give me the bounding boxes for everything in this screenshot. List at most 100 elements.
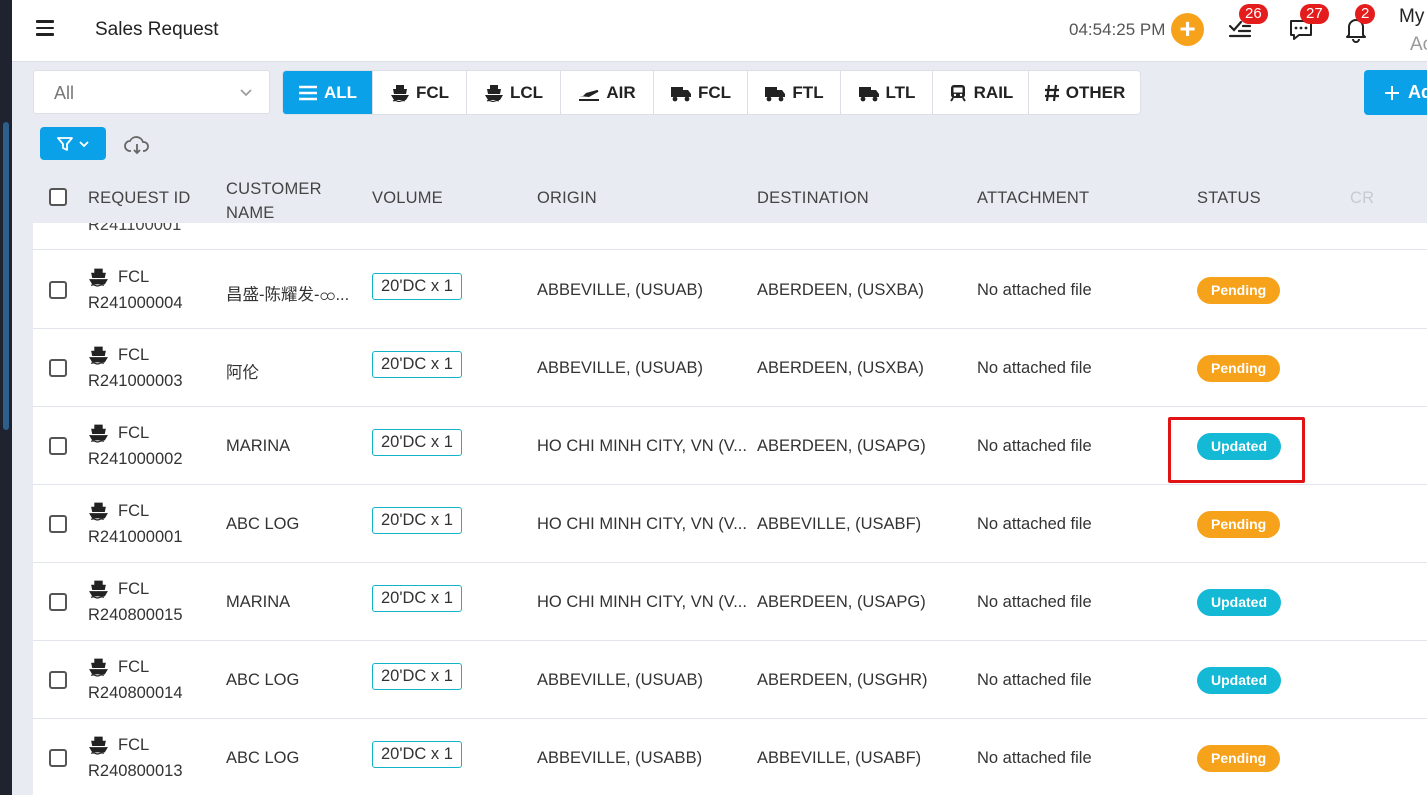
transport-tabs: ALL FCL LCL AIR FCL FTL LTL RAIL OTHER — [282, 70, 1141, 115]
table-row[interactable]: FCL R241000003 阿伦 20'DC x 1 ABBEVILLE, (… — [33, 329, 1427, 407]
request-type: FCL — [118, 346, 150, 364]
sidebar-scrollbar[interactable] — [3, 122, 9, 430]
user-name[interactable]: My — [1399, 6, 1424, 28]
add-request-button[interactable]: Ad — [1364, 70, 1427, 115]
ship-icon — [390, 84, 409, 102]
tab-lcl[interactable]: LCL — [467, 71, 561, 114]
status-badge[interactable]: Pending — [1197, 355, 1281, 382]
tab-truck-fcl[interactable]: FCL — [654, 71, 748, 114]
tab-air[interactable]: AIR — [561, 71, 654, 114]
origin: HO CHI MINH CITY, VN (V... — [537, 593, 747, 611]
truck-icon — [670, 86, 691, 101]
table-row[interactable]: FCL R240800013 ABC LOG 20'DC x 1 ABBEVIL… — [33, 719, 1427, 795]
tab-ltl[interactable]: LTL — [841, 71, 933, 114]
customer-name: ABC LOG — [226, 671, 300, 689]
origin: ABBEVILLE, (USUAB) — [537, 359, 703, 377]
tasks-icon[interactable]: 26 — [1225, 4, 1268, 44]
destination: ABERDEEN, (USXBA) — [757, 359, 924, 377]
row-checkbox[interactable] — [49, 515, 67, 533]
tab-rail[interactable]: RAIL — [933, 71, 1029, 114]
attachment: No attached file — [977, 671, 1092, 689]
quick-add-button[interactable]: + — [1171, 13, 1204, 46]
request-type: FCL — [118, 424, 150, 442]
ship-icon — [89, 736, 108, 755]
volume-badge: 20'DC x 1 — [372, 585, 462, 612]
tab-ocean-fcl[interactable]: FCL — [373, 71, 467, 114]
tab-truck-fcl-label: FCL — [697, 82, 732, 102]
col-request-id[interactable]: REQUEST ID — [88, 189, 191, 208]
tab-all-label: ALL — [323, 82, 358, 102]
origin: HO CHI MINH CITY, VN (V... — [537, 437, 747, 455]
col-origin[interactable]: ORIGIN — [537, 189, 597, 208]
customer-name: 昌盛-陈耀发-ထ... — [226, 286, 350, 304]
volume-badge: 20'DC x 1 — [372, 429, 462, 456]
col-destination[interactable]: DESTINATION — [757, 189, 869, 208]
status-badge[interactable]: Updated — [1197, 589, 1281, 616]
request-id[interactable]: R241000001 — [88, 528, 183, 547]
table-header: REQUEST ID CUSTOMER NAME VOLUME ORIGIN D… — [33, 170, 1427, 224]
table-row[interactable]: FCL R241000001 ABC LOG 20'DC x 1 HO CHI … — [33, 485, 1427, 563]
train-icon — [949, 84, 966, 102]
col-cr[interactable]: CR — [1350, 189, 1374, 208]
notifications-bell-icon[interactable]: 2 — [1341, 4, 1376, 44]
volume-badge: 20'DC x 1 — [372, 663, 462, 690]
filter-button[interactable] — [40, 127, 106, 160]
cloud-download-icon[interactable] — [124, 134, 150, 156]
request-id[interactable]: R241000003 — [88, 372, 183, 391]
tab-ltl-label: LTL — [885, 82, 916, 102]
row-checkbox[interactable] — [49, 437, 67, 455]
row-checkbox[interactable] — [49, 671, 67, 689]
col-status[interactable]: STATUS — [1197, 189, 1261, 208]
list-icon — [298, 85, 317, 100]
hamburger-menu-icon[interactable] — [36, 20, 54, 36]
col-volume[interactable]: VOLUME — [372, 189, 443, 208]
destination: ABBEVILLE, (USABF) — [757, 515, 922, 533]
table-row[interactable]: FCL R240800014 ABC LOG 20'DC x 1 ABBEVIL… — [33, 641, 1427, 719]
request-id[interactable]: R240800015 — [88, 606, 183, 625]
notifications-badge: 2 — [1355, 4, 1376, 24]
truck-icon — [858, 86, 879, 101]
tab-ocean-fcl-label: FCL — [415, 82, 450, 102]
request-id[interactable]: R240800014 — [88, 684, 183, 703]
origin: ABBEVILLE, (USUAB) — [537, 281, 703, 299]
row-checkbox[interactable] — [49, 593, 67, 611]
table-row-partial[interactable]: R241100001 — [33, 223, 1427, 250]
status-badge[interactable]: Pending — [1197, 745, 1281, 772]
attachment: No attached file — [977, 593, 1092, 611]
plane-icon — [579, 89, 600, 101]
tab-other[interactable]: OTHER — [1029, 71, 1140, 114]
left-sidebar-strip — [0, 0, 12, 795]
ship-icon — [89, 424, 108, 443]
table-row[interactable]: FCL R241000004 昌盛-陈耀发-ထ... 20'DC x 1 ABB… — [33, 251, 1427, 329]
select-all-checkbox[interactable] — [49, 188, 67, 206]
page-title: Sales Request — [95, 19, 219, 40]
request-id[interactable]: R241000002 — [88, 450, 183, 469]
add-request-label: Ad — [1408, 82, 1427, 102]
hash-icon — [1044, 84, 1059, 101]
col-customer-name[interactable]: CUSTOMER NAME — [226, 177, 336, 225]
table-row[interactable]: FCL R240800015 MARINA 20'DC x 1 HO CHI M… — [33, 563, 1427, 641]
row-checkbox[interactable] — [49, 749, 67, 767]
type-select-value: All — [54, 83, 75, 103]
tab-all[interactable]: ALL — [283, 71, 373, 114]
attachment: No attached file — [977, 281, 1092, 299]
request-type: FCL — [118, 502, 150, 520]
status-badge[interactable]: Pending — [1197, 277, 1281, 304]
tab-ftl[interactable]: FTL — [748, 71, 841, 114]
row-checkbox[interactable] — [49, 281, 67, 299]
request-id[interactable]: R241000004 — [88, 294, 183, 313]
col-attachment[interactable]: ATTACHMENT — [977, 189, 1089, 208]
customer-name: ABC LOG — [226, 749, 300, 767]
row-checkbox[interactable] — [49, 359, 67, 377]
messages-icon[interactable]: 27 — [1286, 4, 1329, 44]
status-badge[interactable]: Updated — [1197, 667, 1281, 694]
customer-name: MARINA — [226, 437, 291, 455]
ship-icon — [89, 580, 108, 599]
customer-name: MARINA — [226, 593, 291, 611]
messages-badge: 27 — [1300, 4, 1329, 24]
request-id[interactable]: R240800013 — [88, 762, 183, 781]
status-badge[interactable]: Pending — [1197, 511, 1281, 538]
request-type: FCL — [118, 658, 150, 676]
chevron-down-icon — [79, 140, 89, 147]
type-select[interactable]: All — [33, 70, 270, 114]
